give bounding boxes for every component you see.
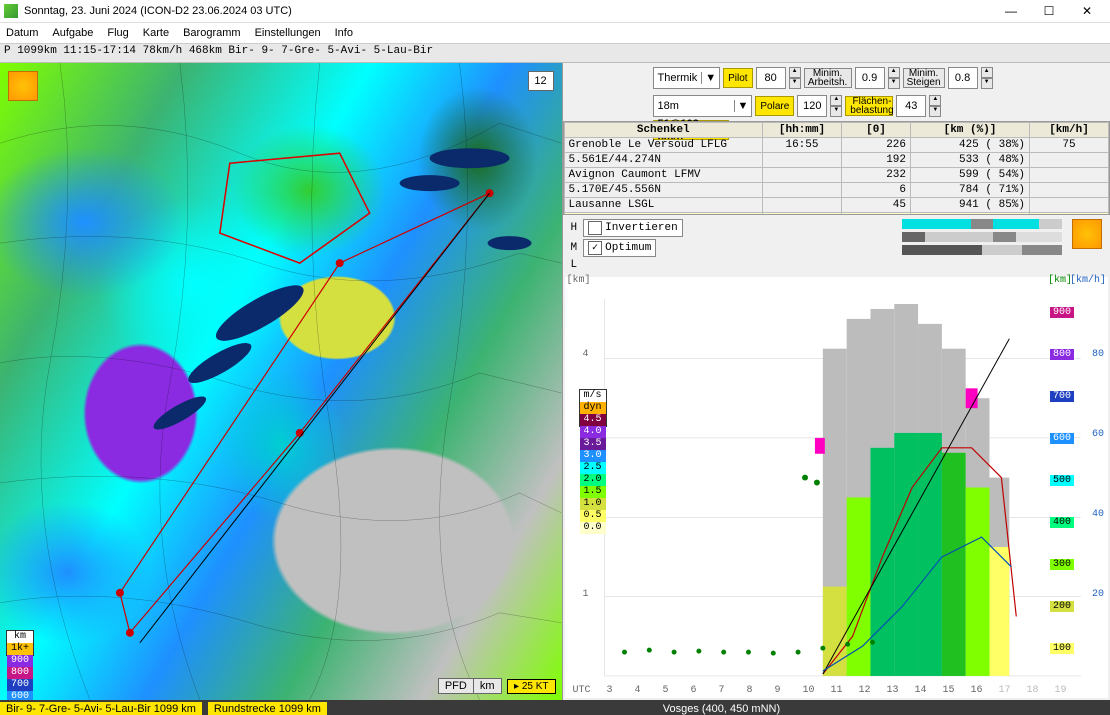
minst-value[interactable]: 0.8	[948, 67, 978, 89]
maximize-button[interactable]: ☐	[1030, 0, 1068, 22]
menubar: Datum Aufgabe Flug Karte Barogramm Einst…	[0, 23, 1110, 44]
map-panel[interactable]: 12 km 1k+9008007006005004003002001000 PF…	[0, 63, 563, 700]
titlebar: Sonntag, 23. Juni 2024 (ICON-D2 23.06.20…	[0, 0, 1110, 23]
pilot-label: Pilot	[723, 68, 752, 88]
wind-indicator: ▸ 25 KT	[507, 679, 555, 694]
menu-flug[interactable]: Flug	[107, 27, 128, 39]
menu-datum[interactable]: Datum	[6, 27, 38, 39]
km-button[interactable]: km	[474, 679, 501, 693]
legs-table[interactable]: Schenkel [hh:mm] [0] [km (%)] [km/h] Gre…	[563, 121, 1110, 215]
status-position: Vosges (400, 450 mNN)	[333, 703, 1110, 715]
route-infobar: P 1099km 11:15-17:14 78km/h 468km Bir- 9…	[0, 44, 1110, 63]
status-route: Bir- 9- 7-Gre- 5-Avi- 5-Lau-Bir 1099 km	[0, 702, 202, 715]
th-kmh[interactable]: [km/h]	[1030, 123, 1109, 138]
minarb-spinner[interactable]: ▲▼	[888, 67, 900, 89]
pfd-button[interactable]: PFD	[439, 679, 474, 693]
thermik-select[interactable]: Thermik	[654, 72, 702, 84]
controls-panel: Thermik ▼ Pilot 80 ▲▼ Minim. Arbeitsh. 0…	[563, 63, 1110, 121]
minimize-button[interactable]: —	[992, 0, 1030, 22]
menu-barogramm[interactable]: Barogramm	[183, 27, 240, 39]
pfd-km-toggle[interactable]: PFD km	[438, 678, 502, 694]
optimum-label: Optimum	[605, 242, 651, 254]
th-kmpct[interactable]: [km (%)]	[911, 123, 1030, 138]
ms-legend: m/s dyn 4.54.03.53.02.52.01.51.00.50.0	[579, 389, 607, 427]
polare-spinner[interactable]: ▲▼	[830, 95, 842, 117]
yr-label-km: [km]	[1048, 275, 1072, 286]
menu-info[interactable]: Info	[335, 27, 353, 39]
invert-checkbox[interactable]	[588, 221, 602, 235]
minarb-label: Minim. Arbeitsh.	[804, 68, 852, 88]
status-rundstrecke: Rundstrecke 1099 km	[208, 702, 327, 715]
label-M: M	[571, 242, 578, 254]
utc-label: UTC	[573, 685, 591, 696]
close-button[interactable]: ✕	[1068, 0, 1106, 22]
invert-label: Invertieren	[605, 222, 678, 234]
thermik-arrow-icon[interactable]: ▼	[701, 72, 719, 84]
window-title: Sonntag, 23. Juni 2024 (ICON-D2 23.06.20…	[24, 5, 992, 17]
sun-icon-right	[1072, 219, 1102, 249]
flbel-value[interactable]: 43	[896, 95, 926, 117]
map-overlay	[0, 63, 562, 700]
label-H: H	[571, 222, 578, 234]
flbel-label: Flächen- belastung	[845, 96, 893, 116]
minarb-value[interactable]: 0.9	[855, 67, 885, 89]
barogram-chart[interactable]: [km] [km] [km/h]	[565, 277, 1109, 698]
y-axis-label: [km]	[567, 275, 591, 286]
th-dist0[interactable]: [0]	[842, 123, 911, 138]
menu-einstellungen[interactable]: Einstellungen	[255, 27, 321, 39]
menu-karte[interactable]: Karte	[143, 27, 169, 39]
mid-controls: H Invertieren M ✓ Optimum L	[563, 215, 1110, 275]
cloud-bars	[902, 219, 1062, 255]
label-L: L	[571, 259, 578, 271]
chart-svg	[565, 277, 1109, 698]
pilot-value[interactable]: 80	[756, 67, 786, 89]
span-select[interactable]: 18m	[654, 100, 734, 112]
span-arrow-icon[interactable]: ▼	[734, 100, 752, 112]
flbel-spinner[interactable]: ▲▼	[929, 95, 941, 117]
statusbar: Bir- 9- 7-Gre- 5-Avi- 5-Lau-Bir 1099 km …	[0, 700, 1110, 715]
polare-label: Polare	[755, 96, 794, 116]
sun-icon	[8, 71, 38, 101]
th-schenkel[interactable]: Schenkel	[564, 123, 763, 138]
zoom-level[interactable]: 12	[528, 71, 554, 91]
yr-label-kmh: [km/h]	[1070, 275, 1106, 286]
optimum-checkbox[interactable]: ✓	[588, 241, 602, 255]
pilot-spinner[interactable]: ▲▼	[789, 67, 801, 89]
menu-aufgabe[interactable]: Aufgabe	[52, 27, 93, 39]
polare-value[interactable]: 120	[797, 95, 827, 117]
minst-label: Minim. Steigen	[903, 68, 945, 88]
app-icon	[4, 4, 18, 18]
km-legend-title: km	[7, 631, 33, 643]
km-legend: km 1k+9008007006005004003002001000	[6, 630, 34, 656]
minst-spinner[interactable]: ▲▼	[981, 67, 993, 89]
th-time[interactable]: [hh:mm]	[763, 123, 842, 138]
